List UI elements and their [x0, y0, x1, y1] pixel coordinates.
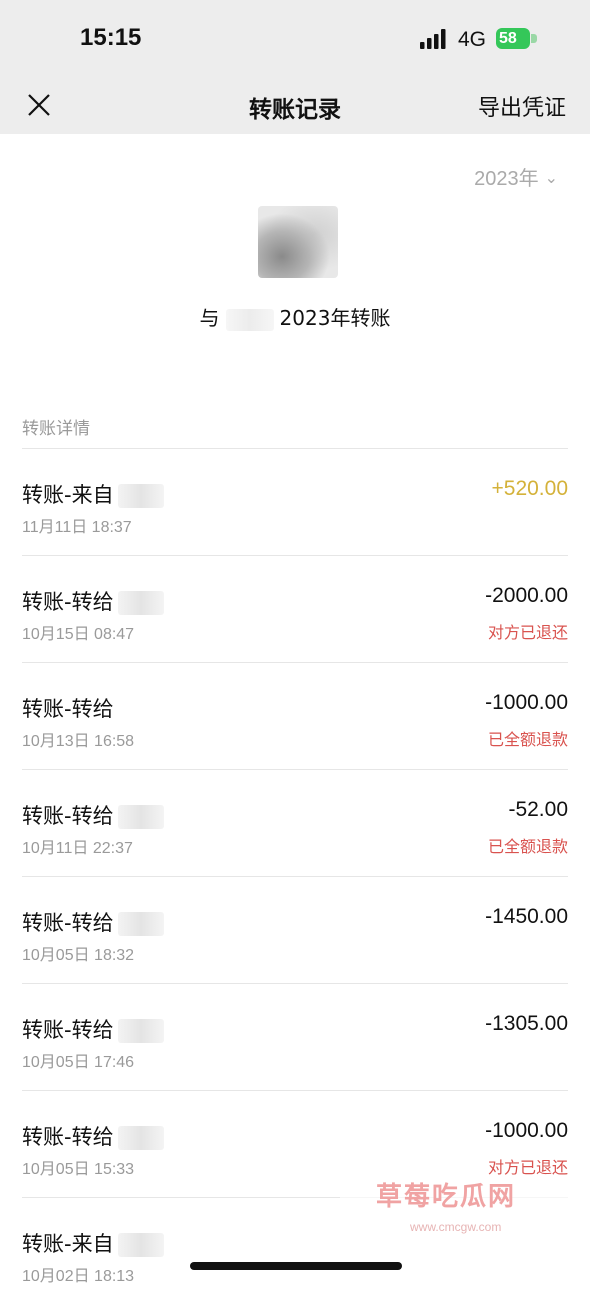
transaction-row[interactable]: 转账-转给 10月11日 22:37 -52.00 已全额退款 [22, 769, 568, 876]
transaction-row[interactable]: 转账-来自 11月11日 18:37 +520.00 [22, 448, 568, 555]
blurred-name [117, 912, 164, 936]
blurred-name [117, 1019, 164, 1043]
transaction-amount: -1450.00 [485, 905, 568, 928]
transaction-date: 11月11日 18:37 [22, 519, 132, 536]
nav-bar: 转账记录 导出凭证 [0, 78, 590, 134]
year-selector[interactable]: 2023年 ⌄ [474, 162, 558, 191]
transaction-title: 转账-来自 [22, 479, 164, 509]
year-value: 2023年 [474, 168, 539, 190]
transaction-title: 转账-转给 [22, 1121, 164, 1151]
cellular-signal-icon [420, 29, 446, 49]
transaction-status: 对方已退还 [487, 623, 568, 642]
summary-suffix: 2023年转账 [279, 306, 391, 330]
transaction-row[interactable]: 转账-转给 10月13日 16:58 -1000.00 已全额退款 [22, 662, 568, 769]
battery-cap [531, 34, 537, 43]
battery-icon: 58 [496, 28, 530, 49]
section-label: 转账详情 [22, 419, 90, 439]
blurred-name [117, 1126, 164, 1150]
transaction-date: 10月02日 18:13 [22, 1268, 135, 1285]
transaction-title: 转账-来自 [22, 1228, 164, 1258]
transaction-row[interactable]: 转账-转给 10月15日 08:47 -2000.00 对方已退还 [22, 555, 568, 662]
transaction-date: 10月05日 18:32 [22, 947, 135, 964]
transaction-date: 10月05日 17:46 [22, 1054, 135, 1071]
export-voucher-button[interactable]: 导出凭证 [478, 90, 566, 122]
transaction-title: 转账-转给 [22, 697, 114, 721]
transaction-amount: -1000.00 [485, 691, 568, 714]
transaction-date: 10月05日 15:33 [22, 1161, 135, 1178]
transaction-amount: +520.00 [491, 477, 569, 500]
chevron-down-icon: ⌄ [544, 170, 558, 187]
transaction-row[interactable]: 转账-转给 10月05日 17:46 -1305.00 [22, 983, 568, 1090]
summary-prefix: 与 [199, 306, 220, 330]
blurred-name [225, 308, 274, 331]
transaction-title: 转账-转给 [22, 1014, 164, 1044]
summary-text: 与 2023年转账 [0, 302, 590, 331]
transaction-status: 已全额退款 [487, 730, 568, 749]
transaction-amount: -1000.00 [485, 1119, 568, 1142]
watermark-text: 草莓吃瓜网 [376, 1182, 517, 1212]
transaction-row[interactable]: 转账-转给 10月05日 18:32 -1450.00 [22, 876, 568, 983]
transaction-title: 转账-转给 [22, 800, 164, 830]
blurred-name [117, 484, 164, 508]
status-time: 15:15 [80, 24, 142, 51]
transaction-date: 10月11日 22:37 [22, 840, 133, 857]
blurred-name [117, 1233, 164, 1257]
blurred-name [117, 805, 164, 829]
status-bar: 15:15 4G 58 [0, 0, 590, 78]
blurred-name [117, 591, 164, 615]
transaction-amount: -1305.00 [485, 1012, 568, 1035]
home-indicator [190, 1262, 402, 1270]
transaction-amount: -2000.00 [485, 584, 568, 607]
avatar [258, 206, 338, 278]
network-type: 4G [458, 28, 487, 51]
transaction-status: 已全额退款 [487, 837, 568, 856]
watermark-url: www.cmcgw.com [410, 1220, 502, 1234]
transaction-date: 10月13日 16:58 [22, 733, 135, 750]
transaction-status: 对方已退还 [487, 1158, 568, 1177]
transaction-date: 10月15日 08:47 [22, 626, 135, 643]
transaction-title: 转账-转给 [22, 907, 164, 937]
transaction-title: 转账-转给 [22, 586, 164, 616]
transaction-amount: -52.00 [508, 798, 568, 821]
